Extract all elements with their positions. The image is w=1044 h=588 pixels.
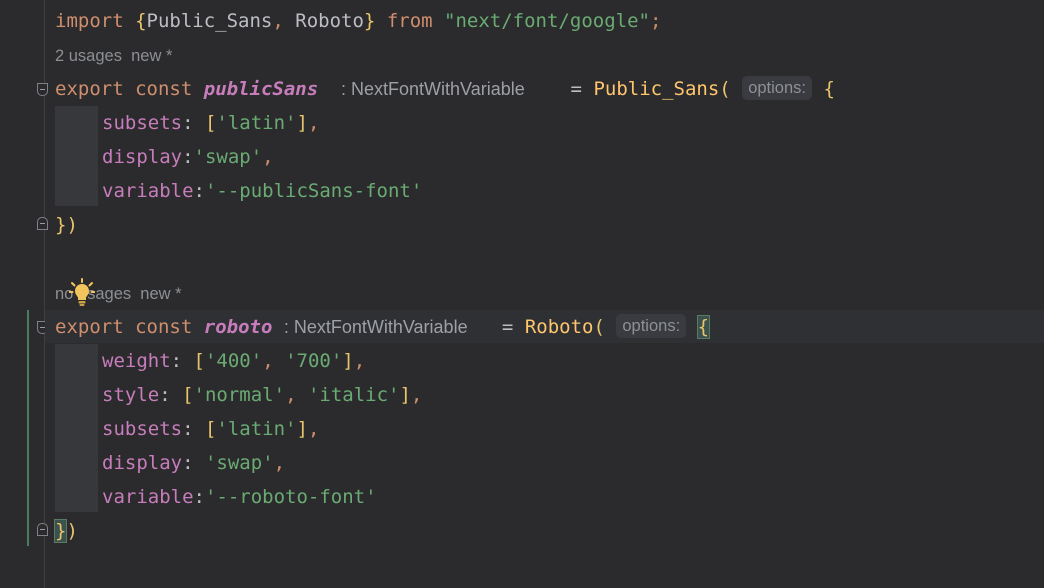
code-line-property[interactable]: subsets: ['latin'],	[102, 106, 319, 140]
code-editor[interactable]: import {Public_Sans, Roboto} from "next/…	[0, 0, 1044, 588]
comma: ,	[285, 384, 308, 406]
brace: {	[823, 78, 835, 100]
semicolon: ;	[649, 10, 662, 32]
bracket: ]	[296, 112, 308, 134]
colon: :	[182, 112, 205, 134]
string-value: 'swap'	[204, 452, 274, 474]
string-value: 'latin'	[216, 418, 297, 440]
property-key: subsets	[102, 418, 183, 440]
fold-marker-icon[interactable]	[37, 217, 48, 230]
bracket: ]	[296, 418, 308, 440]
string-value: '--roboto-font'	[204, 486, 377, 508]
code-line-export-roboto[interactable]: export const roboto : NextFontWithVariab…	[55, 310, 711, 344]
matched-brace: }	[53, 519, 68, 543]
code-line-property[interactable]: display: 'swap',	[102, 446, 285, 480]
paren: )	[66, 214, 78, 236]
comma: ,	[262, 350, 286, 372]
module-string[interactable]: "next/font/google"	[444, 10, 650, 32]
property-key: display	[102, 452, 183, 474]
code-line-property[interactable]: style: ['normal', 'italic'],	[102, 378, 422, 412]
bracket: [	[204, 112, 217, 134]
paren: )	[66, 520, 78, 542]
matched-brace: {	[696, 315, 711, 339]
bracket: ]	[399, 384, 411, 406]
comma: ,	[410, 384, 423, 406]
vcs-change-marker[interactable]	[27, 310, 29, 546]
indent-guide	[55, 106, 98, 206]
comma: ,	[272, 10, 296, 32]
bracket: [	[204, 418, 217, 440]
keyword-import: import	[55, 10, 124, 32]
bracket: [	[182, 384, 194, 406]
colon: :	[193, 180, 205, 202]
equals-sign: =	[501, 316, 514, 338]
string-value: 'italic'	[307, 384, 400, 406]
equals-sign: =	[570, 78, 582, 100]
colon: :	[182, 452, 205, 474]
colon: :	[159, 384, 183, 406]
variable-name[interactable]: roboto	[204, 316, 273, 338]
string-value: '400'	[204, 350, 263, 372]
paren: (	[719, 78, 731, 100]
brace: {	[135, 10, 147, 32]
string-value: 'latin'	[216, 112, 297, 134]
parameter-inlay-hint[interactable]: options:	[616, 314, 687, 338]
property-key: variable	[102, 180, 194, 202]
code-line-property[interactable]: variable:'--publicSans-font'	[102, 174, 422, 208]
keyword-from: from	[386, 10, 433, 32]
code-line-property[interactable]: weight: ['400', '700'],	[102, 344, 365, 378]
colon: :	[170, 350, 194, 372]
colon: :	[182, 418, 205, 440]
string-value: '--publicSans-font'	[204, 180, 423, 202]
comma: ,	[353, 350, 366, 372]
code-line-close[interactable]: })	[55, 208, 78, 242]
identifier-public-sans[interactable]: Public_Sans	[147, 10, 273, 32]
property-key: style	[102, 384, 160, 406]
colon: :	[182, 146, 194, 168]
code-line-import[interactable]: import {Public_Sans, Roboto} from "next/…	[55, 4, 661, 38]
fold-marker-icon[interactable]	[37, 83, 48, 96]
property-key: display	[102, 146, 183, 168]
brace: }	[363, 10, 376, 32]
keyword-export: export	[55, 78, 124, 100]
property-key: variable	[102, 486, 194, 508]
code-line-property[interactable]: display:'swap',	[102, 140, 274, 174]
keyword-export: export	[55, 316, 124, 338]
keyword-const: const	[135, 78, 193, 100]
colon: :	[193, 486, 205, 508]
parameter-inlay-hint[interactable]: options:	[742, 76, 812, 100]
type-inlay-hint[interactable]: : NextFontWithVariable	[341, 79, 525, 99]
string-value: 'swap'	[193, 146, 263, 168]
property-key: subsets	[102, 112, 183, 134]
string-value: 'normal'	[193, 384, 286, 406]
indent-guide	[55, 344, 98, 512]
variable-name[interactable]: publicSans	[204, 78, 318, 100]
code-line-property[interactable]: subsets: ['latin'],	[102, 412, 319, 446]
bracket: ]	[342, 350, 354, 372]
function-call[interactable]: Public_Sans	[593, 78, 719, 100]
string-value: '700'	[285, 350, 343, 372]
brace: }	[55, 214, 67, 236]
keyword-const: const	[135, 316, 193, 338]
usages-hint[interactable]: 2 usages new *	[55, 39, 172, 73]
type-inlay-hint[interactable]: : NextFontWithVariable	[284, 317, 468, 337]
property-key: weight	[102, 350, 171, 372]
paren: (	[593, 316, 605, 338]
function-call[interactable]: Roboto	[525, 316, 594, 338]
comma: ,	[307, 418, 320, 440]
comma: ,	[262, 146, 274, 168]
bracket: [	[193, 350, 205, 372]
identifier-roboto[interactable]: Roboto	[295, 10, 364, 32]
comma: ,	[307, 112, 320, 134]
code-line-export-publicsans[interactable]: export const publicSans : NextFontWithVa…	[55, 72, 835, 106]
fold-marker-icon[interactable]	[37, 523, 48, 536]
code-line-close[interactable]: })	[53, 514, 78, 548]
comma: ,	[273, 452, 286, 474]
code-line-property[interactable]: variable:'--roboto-font'	[102, 480, 377, 514]
lightbulb-icon[interactable]	[69, 278, 95, 308]
